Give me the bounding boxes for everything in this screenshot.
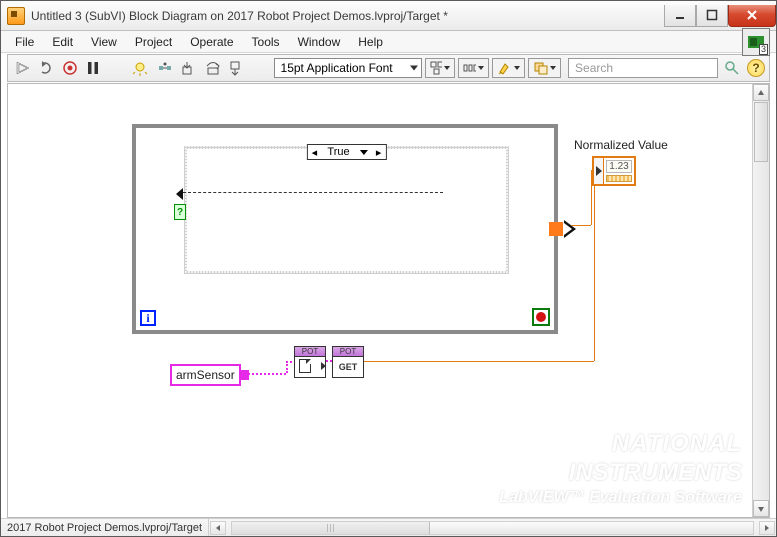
minimize-button[interactable] [664, 5, 696, 27]
menu-view[interactable]: View [83, 33, 125, 51]
sheet-icon [299, 359, 311, 373]
menu-edit[interactable]: Edit [44, 33, 81, 51]
hscroll-right-button[interactable] [759, 521, 775, 535]
case-selector[interactable]: ◂ True ▸ [306, 144, 386, 160]
menu-tools[interactable]: Tools [244, 33, 288, 51]
armsensor-label: armSensor [176, 368, 235, 382]
font-label: 15pt Application Font [281, 61, 393, 75]
wire-orange-h [364, 361, 594, 362]
font-selector[interactable]: 15pt Application Font [274, 58, 422, 78]
dbl-type-icon [606, 175, 632, 182]
menu-project[interactable]: Project [127, 33, 180, 51]
pot-get-label: GET [333, 357, 363, 377]
pot-refnum-header: POT [295, 347, 325, 357]
retain-wire-button[interactable] [154, 58, 175, 78]
normalized-value-display: 1.23 [606, 160, 632, 173]
menu-window[interactable]: Window [290, 33, 349, 51]
pause-button[interactable] [83, 58, 103, 78]
reorder-dropdown[interactable] [528, 58, 561, 78]
search-icon[interactable] [721, 58, 743, 78]
menu-file[interactable]: File [7, 33, 42, 51]
case-dropdown-icon[interactable] [360, 150, 368, 155]
iteration-terminal[interactable]: i [140, 310, 156, 326]
cleanup-dropdown[interactable] [492, 58, 525, 78]
help-button[interactable]: ? [747, 59, 765, 77]
normalized-value-indicator[interactable]: 1.23 [592, 156, 636, 186]
armsensor-terminal [241, 370, 249, 380]
distribute-dropdown[interactable] [458, 58, 489, 78]
loop-left-menu-icon[interactable] [176, 188, 183, 200]
vi-icon-badge: 3 [759, 44, 768, 55]
status-path: 2017 Robot Project Demos.lvproj/Target [1, 519, 209, 536]
scroll-thumb[interactable] [754, 102, 768, 162]
case-structure[interactable]: ◂ True ▸ [184, 146, 509, 274]
out-arrow-icon [321, 362, 326, 370]
search-box[interactable] [568, 58, 718, 78]
indicator-arrow-icon [594, 158, 604, 184]
wire-to-indicator-v [591, 170, 592, 225]
wire-pink-h1 [244, 373, 286, 375]
case-prev-icon[interactable]: ◂ [307, 146, 321, 159]
pot-get-header: POT [333, 347, 363, 357]
menu-help[interactable]: Help [350, 33, 391, 51]
app-icon [7, 7, 25, 25]
stop-terminal[interactable] [532, 308, 550, 326]
run-button[interactable] [12, 58, 33, 78]
step-into-button[interactable] [178, 58, 199, 78]
case-selector-terminal[interactable] [174, 204, 186, 220]
horizontal-scrollbar[interactable] [231, 521, 754, 535]
case-next-icon[interactable]: ▸ [372, 146, 386, 159]
highlight-exec-button[interactable] [129, 58, 150, 78]
vertical-scrollbar[interactable] [752, 84, 769, 517]
armsensor-control[interactable]: armSensor [170, 364, 241, 386]
abort-button[interactable] [60, 58, 80, 78]
hscroll-thumb[interactable] [232, 522, 430, 534]
pot-get-subvi[interactable]: POT GET [332, 346, 364, 378]
vi-icon[interactable]: 3 [742, 28, 770, 56]
wire-to-indicator-h [571, 225, 591, 226]
search-input[interactable] [573, 60, 713, 76]
pot-refnum-subvi[interactable]: POT [294, 346, 326, 378]
window-title: Untitled 3 (SubVI) Block Diagram on 2017… [31, 9, 448, 23]
menu-operate[interactable]: Operate [182, 33, 241, 51]
auto-index-icon [564, 220, 576, 238]
maximize-button[interactable] [696, 5, 728, 27]
while-loop[interactable]: i ◂ True ▸ [132, 124, 558, 334]
block-diagram-canvas[interactable]: i ◂ True ▸ Normalized Value [8, 84, 752, 517]
watermark: NATIONAL INSTRUMENTS LabVIEW™ Evaluation… [499, 390, 742, 507]
scroll-down-button[interactable] [753, 500, 769, 517]
wire-pink-h2 [286, 361, 292, 363]
normalized-value-label: Normalized Value [574, 138, 668, 152]
wire-orange-v [594, 185, 595, 361]
wire-inside-case [183, 192, 443, 193]
run-continuous-button[interactable] [36, 58, 57, 78]
hscroll-left-button[interactable] [210, 521, 226, 535]
align-dropdown[interactable] [425, 58, 456, 78]
step-out-button[interactable] [226, 58, 247, 78]
scroll-up-button[interactable] [753, 84, 769, 101]
case-label: True [321, 146, 355, 158]
close-button[interactable] [728, 5, 776, 27]
step-over-button[interactable] [202, 58, 223, 78]
loop-tunnel-right[interactable] [549, 222, 563, 236]
